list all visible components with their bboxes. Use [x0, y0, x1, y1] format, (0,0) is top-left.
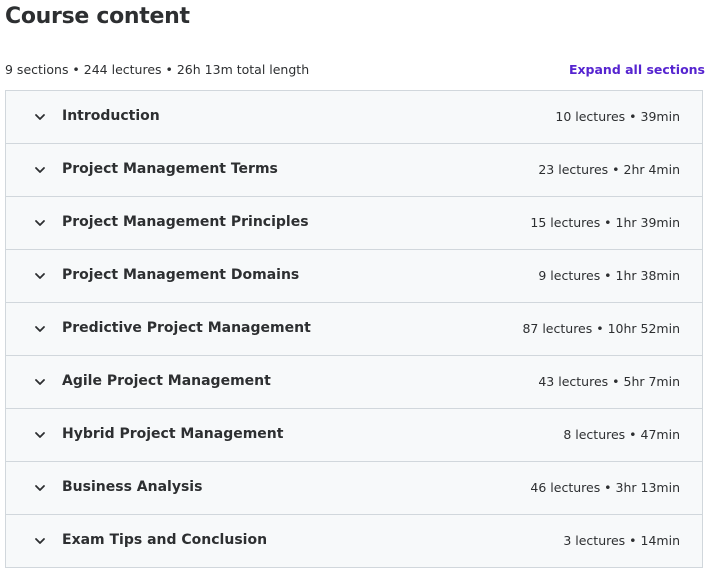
expand-all-sections-button[interactable]: Expand all sections — [569, 62, 705, 77]
section-title: Agile Project Management — [62, 373, 271, 389]
section-business-analysis[interactable]: Business Analysis 46 lectures • 3hr 13mi… — [6, 462, 702, 515]
section-hybrid-project-management[interactable]: Hybrid Project Management 8 lectures • 4… — [6, 409, 702, 462]
section-meta: 87 lectures • 10hr 52min — [522, 321, 680, 336]
chevron-down-icon — [34, 323, 46, 335]
section-title: Exam Tips and Conclusion — [62, 532, 268, 548]
section-title: Project Management Terms — [62, 161, 278, 177]
chevron-down-icon — [34, 111, 46, 123]
course-sections-list: Introduction 10 lectures • 39min Project… — [5, 90, 703, 568]
section-predictive-project-management[interactable]: Predictive Project Management 87 lecture… — [6, 303, 702, 356]
section-title: Predictive Project Management — [62, 320, 311, 336]
section-meta: 23 lectures • 2hr 4min — [538, 162, 680, 177]
chevron-down-icon — [34, 270, 46, 282]
section-introduction[interactable]: Introduction 10 lectures • 39min — [6, 91, 702, 144]
chevron-down-icon — [34, 217, 46, 229]
chevron-down-icon — [34, 164, 46, 176]
section-meta: 46 lectures • 3hr 13min — [530, 480, 680, 495]
section-title: Hybrid Project Management — [62, 426, 284, 442]
section-meta: 3 lectures • 14min — [563, 533, 680, 548]
section-project-management-terms[interactable]: Project Management Terms 23 lectures • 2… — [6, 144, 702, 197]
section-title: Introduction — [62, 108, 160, 124]
section-meta: 9 lectures • 1hr 38min — [538, 268, 680, 283]
section-agile-project-management[interactable]: Agile Project Management 43 lectures • 5… — [6, 356, 702, 409]
page-title: Course content — [5, 4, 190, 29]
section-title: Business Analysis — [62, 479, 203, 495]
section-meta: 8 lectures • 47min — [563, 427, 680, 442]
section-title: Project Management Domains — [62, 267, 300, 283]
course-summary: 9 sections • 244 lectures • 26h 13m tota… — [5, 62, 310, 77]
section-exam-tips-and-conclusion[interactable]: Exam Tips and Conclusion 3 lectures • 14… — [6, 515, 702, 567]
section-meta: 43 lectures • 5hr 7min — [538, 374, 680, 389]
section-project-management-principles[interactable]: Project Management Principles 15 lecture… — [6, 197, 702, 250]
course-summary-row: 9 sections • 244 lectures • 26h 13m tota… — [5, 62, 705, 78]
section-meta: 10 lectures • 39min — [555, 109, 680, 124]
section-meta: 15 lectures • 1hr 39min — [530, 215, 680, 230]
chevron-down-icon — [34, 429, 46, 441]
section-project-management-domains[interactable]: Project Management Domains 9 lectures • … — [6, 250, 702, 303]
section-title: Project Management Principles — [62, 214, 309, 230]
chevron-down-icon — [34, 535, 46, 547]
chevron-down-icon — [34, 376, 46, 388]
chevron-down-icon — [34, 482, 46, 494]
